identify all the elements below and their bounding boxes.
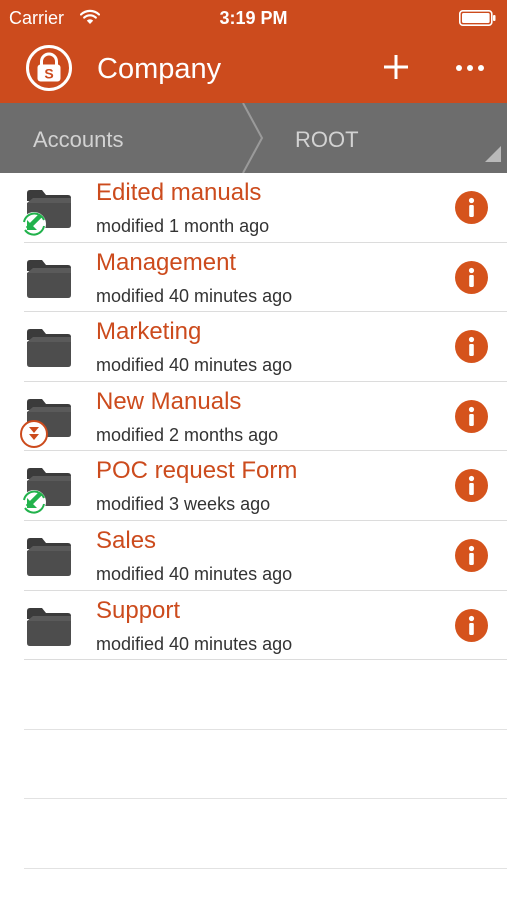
folder-icon xyxy=(25,257,73,304)
folder-modified: modified 3 weeks ago xyxy=(96,494,271,515)
navigation-bar: S Company xyxy=(0,36,507,103)
info-icon[interactable] xyxy=(455,260,488,294)
breadcrumb-separator-icon xyxy=(240,103,270,173)
folder-icon xyxy=(25,326,73,373)
info-icon[interactable] xyxy=(455,191,488,224)
folder-icon xyxy=(25,605,73,652)
folder-name: Edited manuals xyxy=(96,179,262,206)
folder-row[interactable]: POC request Form modified 3 weeks ago xyxy=(0,451,507,521)
folder-modified: modified 40 minutes ago xyxy=(96,563,293,584)
info-icon[interactable] xyxy=(455,608,488,642)
nav-title: Company xyxy=(97,53,222,85)
sync-icon xyxy=(19,487,51,524)
breadcrumb-item-accounts[interactable]: Accounts xyxy=(33,127,124,153)
empty-row xyxy=(0,799,507,869)
folder-row[interactable]: Marketing modified 40 minutes ago xyxy=(0,312,507,382)
battery-icon xyxy=(459,10,497,31)
more-icon[interactable] xyxy=(455,60,485,78)
breadcrumb: Accounts ROOT xyxy=(0,103,507,173)
folder-name: Marketing xyxy=(96,318,202,346)
download-icon xyxy=(19,418,51,455)
plus-icon[interactable] xyxy=(381,52,411,87)
clock-label: 3:19 PM xyxy=(219,8,288,28)
corner-triangle-icon xyxy=(485,146,501,167)
app-screen: Carrier 3:19 PM S Company Accounts ROOT … xyxy=(0,0,507,900)
folder-icon xyxy=(25,535,73,582)
info-icon[interactable] xyxy=(455,399,488,433)
info-icon[interactable] xyxy=(455,538,488,572)
folder-row[interactable]: Support modified 40 minutes ago xyxy=(0,591,507,661)
empty-row xyxy=(0,730,507,800)
folder-name: POC request Form xyxy=(96,457,298,485)
folder-name: Support xyxy=(96,596,181,624)
folder-list: Edited manuals modified 1 month ago Mana… xyxy=(0,173,507,869)
folder-row[interactable]: Management modified 40 minutes ago xyxy=(0,243,507,313)
top-bar: Carrier 3:19 PM S Company xyxy=(0,0,507,103)
lock-logo-icon[interactable]: S xyxy=(25,44,73,97)
breadcrumb-item-root[interactable]: ROOT xyxy=(295,127,359,153)
info-icon[interactable] xyxy=(455,469,488,503)
sync-icon xyxy=(19,209,51,246)
folder-row[interactable]: Sales modified 40 minutes ago xyxy=(0,521,507,591)
folder-modified: modified 40 minutes ago xyxy=(96,355,293,376)
folder-row[interactable]: Edited manuals modified 1 month ago xyxy=(0,173,507,243)
folder-modified: modified 40 minutes ago xyxy=(96,633,293,654)
folder-modified: modified 40 minutes ago xyxy=(96,285,293,306)
folder-name: Management xyxy=(96,248,237,276)
status-bar: Carrier 3:19 PM xyxy=(0,0,507,36)
empty-row xyxy=(0,660,507,730)
folder-row[interactable]: New Manuals modified 2 months ago xyxy=(0,382,507,452)
folder-name: New Manuals xyxy=(96,387,242,415)
info-icon[interactable] xyxy=(455,330,488,364)
svg-text:S: S xyxy=(44,66,53,82)
folder-modified: modified 1 month ago xyxy=(96,216,270,236)
folder-name: Sales xyxy=(96,526,157,554)
folder-modified: modified 2 months ago xyxy=(96,424,279,445)
